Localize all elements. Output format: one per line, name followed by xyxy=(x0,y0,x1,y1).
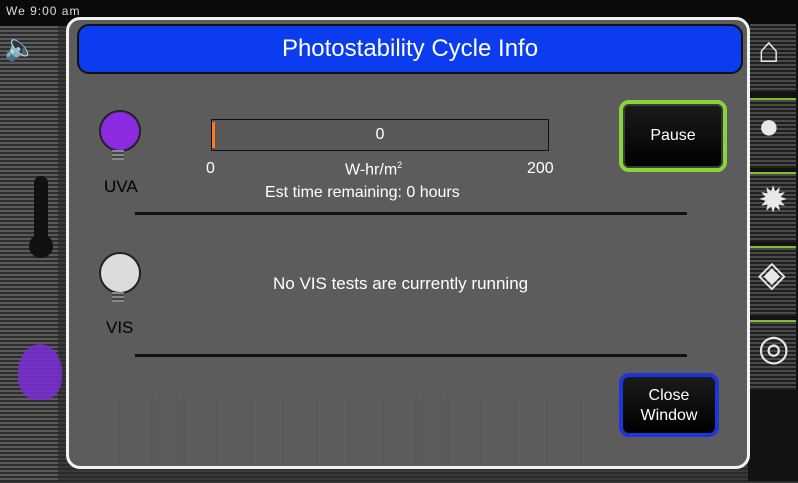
est-time-remaining: Est time remaining: 0 hours xyxy=(265,184,460,201)
uva-progress-bar: 0 xyxy=(211,119,549,151)
rail-slot-3[interactable]: ✹ xyxy=(750,172,796,242)
rail-slot-4[interactable]: ◈ xyxy=(750,246,796,316)
scale-unit-text: W-hr/m xyxy=(345,161,398,179)
section-divider xyxy=(135,212,687,215)
close-window-button[interactable]: Close Window xyxy=(619,373,719,437)
bulb-base xyxy=(112,292,124,302)
right-rail: ⌂ ● ✹ ◈ ◎ xyxy=(748,24,798,481)
faded-background-grid xyxy=(87,396,607,466)
vis-label: VIS xyxy=(106,318,134,337)
splash-icon: ✹ xyxy=(758,179,789,220)
network-icon: ◈ xyxy=(758,253,786,294)
thermometer-icon[interactable] xyxy=(29,176,53,258)
light-bulb-icon: ◎ xyxy=(758,327,790,368)
bulb-base xyxy=(112,150,124,160)
close-button-line2: Window xyxy=(640,407,698,424)
speaker-icon[interactable]: 🔈 xyxy=(4,34,36,60)
scale-max-label: 200 xyxy=(527,160,554,177)
photostability-dialog: Photostability Cycle Info UVA 0 0 W-hr/m… xyxy=(66,17,750,469)
uva-label: UVA xyxy=(104,177,138,196)
pause-button[interactable]: Pause xyxy=(619,100,727,172)
uva-progress-value: 0 xyxy=(375,126,385,143)
scale-min-label: 0 xyxy=(206,160,215,177)
clock-text: We 9:00 am xyxy=(6,4,81,18)
left-rail: 🔈 xyxy=(0,26,62,481)
uva-bulb-icon xyxy=(99,110,141,160)
bulb-glass xyxy=(99,110,141,152)
close-button-line1: Close xyxy=(648,387,690,404)
section-divider xyxy=(135,354,687,357)
scale-unit-superscript: 2 xyxy=(397,160,403,170)
dialog-content: UVA 0 0 W-hr/m2 200 Est time remaining: … xyxy=(69,76,747,466)
vis-status-text: No VIS tests are currently running xyxy=(273,274,529,293)
uva-bulb-icon[interactable] xyxy=(18,344,62,400)
rail-slot-2[interactable]: ● xyxy=(750,98,796,168)
dialog-title: Photostability Cycle Info xyxy=(77,24,743,74)
rail-slot-5[interactable]: ◎ xyxy=(750,320,796,390)
bulb-glass xyxy=(99,252,141,294)
vis-bulb-icon xyxy=(99,252,141,302)
apple-icon: ● xyxy=(758,105,780,146)
scale-unit-label: W-hr/m2 xyxy=(345,160,402,179)
home-slot[interactable]: ⌂ xyxy=(750,24,796,92)
home-icon: ⌂ xyxy=(758,29,780,70)
